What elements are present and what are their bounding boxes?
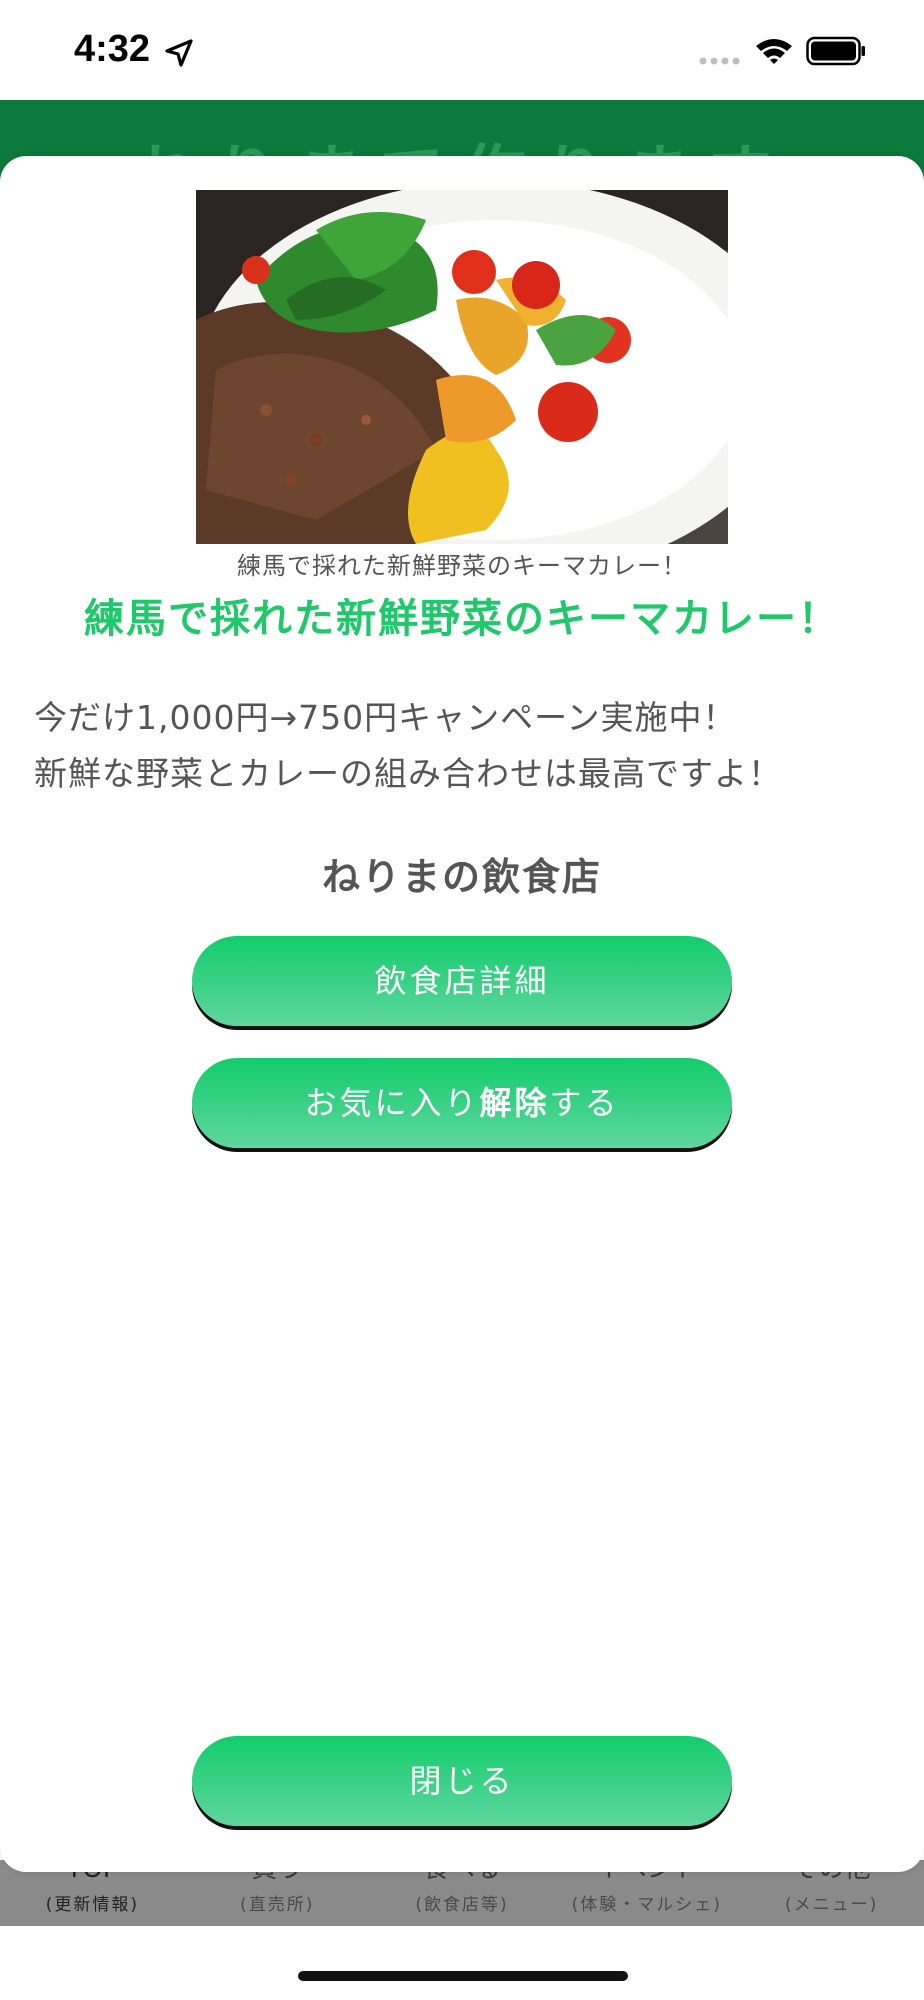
favorite-button-prefix: お気に入り	[304, 1084, 480, 1122]
status-bar: 4:32	[0, 0, 924, 100]
tab-sublabel: (体験・マルシェ)	[571, 1895, 722, 1915]
description-line: 新鮮な野菜とカレーの組み合わせは最高ですよ！	[34, 754, 782, 793]
status-time: 4:32	[74, 28, 151, 70]
restaurant-detail-button[interactable]: 飲食店詳細	[192, 936, 732, 1026]
tab-sublabel: (更新情報)	[45, 1895, 140, 1915]
tab-sublabel: (直売所)	[240, 1895, 315, 1915]
battery-icon	[806, 36, 865, 66]
location-arrow-icon	[165, 39, 193, 67]
photo-caption: 練馬で採れた新鮮野菜のキーマカレー！	[237, 552, 687, 580]
wifi-icon	[756, 39, 792, 64]
shop-name: ねりまの飲食店	[321, 855, 602, 899]
headline: 練馬で採れた新鮮野菜のキーマカレー！	[84, 596, 840, 642]
remove-favorite-button[interactable]: お気に入り解除する	[192, 1058, 732, 1148]
description: 今だけ1,000円→750円キャンペーン実施中！ 新鮮な野菜とカレーの組み合わせ…	[34, 690, 894, 802]
food-photo-illustration	[196, 190, 728, 544]
keema-curry-photo	[196, 190, 728, 544]
favorite-button-suffix: する	[549, 1084, 620, 1122]
tab-sublabel: (飲食店等)	[415, 1895, 509, 1915]
favorite-button-emphasis: 解除	[479, 1084, 550, 1122]
home-indicator[interactable]	[298, 1971, 628, 1981]
home-bar-area	[0, 1926, 924, 2000]
tab-sublabel: (メニュー)	[784, 1895, 879, 1915]
close-button[interactable]: 閉じる	[192, 1736, 732, 1826]
detail-modal: 練馬で採れた新鮮野菜のキーマカレー！ 練馬で採れた新鮮野菜のキーマカレー！ 今だ…	[0, 156, 924, 1872]
signal-dots-icon	[699, 57, 740, 65]
description-line: 今だけ1,000円→750円キャンペーン実施中！	[34, 698, 737, 737]
